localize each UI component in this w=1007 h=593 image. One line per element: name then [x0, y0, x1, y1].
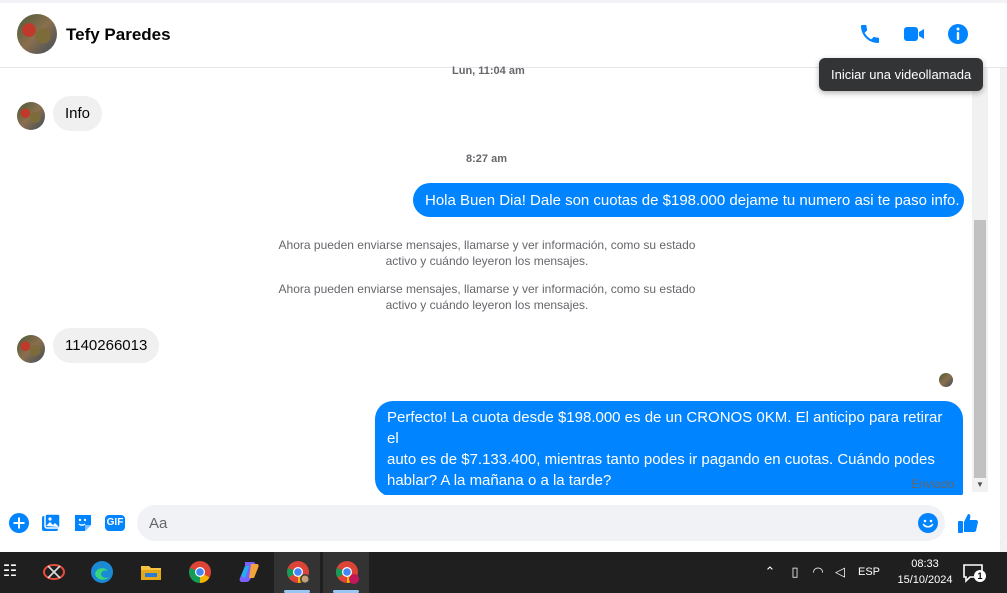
- taskbar-app-copilot[interactable]: [225, 552, 271, 593]
- copilot-icon: [239, 562, 259, 582]
- chevron-up-icon[interactable]: ⌃: [762, 564, 778, 580]
- message-thread[interactable]: Lun, 11:04 am Info 8:27 am Hola Buen Dia…: [0, 65, 972, 497]
- read-receipt-avatar: [939, 373, 953, 387]
- windows-taskbar: ☷ ⌃ ▯ ◠ ◁ ESP 08:33 15/10/2024 1: [0, 552, 1007, 593]
- language-indicator[interactable]: ESP: [858, 566, 880, 578]
- chrome-icon: [189, 561, 211, 583]
- edge-icon: [91, 561, 113, 583]
- outgoing-message[interactable]: Perfecto! La cuota desde $198.000 es de …: [375, 401, 963, 497]
- plus-icon[interactable]: [8, 512, 30, 534]
- chrome-profile-icon: [287, 561, 310, 584]
- sent-status: Enviado: [911, 477, 955, 491]
- usb-device-icon[interactable]: ▯: [787, 564, 803, 580]
- video-call-icon[interactable]: [902, 22, 926, 46]
- taskbar-app-chrome-profile-2[interactable]: [323, 552, 369, 593]
- message-composer: GIF: [0, 495, 1000, 552]
- outer-scrollbar[interactable]: [1000, 68, 1007, 552]
- system-message: Ahora pueden enviarse mensajes, llamarse…: [278, 238, 696, 268]
- top-divider: [0, 0, 1007, 3]
- system-clock[interactable]: 08:33 15/10/2024: [885, 556, 965, 588]
- outgoing-message[interactable]: Hola Buen Dia! Dale son cuotas de $198.0…: [413, 183, 964, 217]
- sticker-icon[interactable]: [72, 512, 94, 534]
- snipping-tool-icon: [43, 564, 65, 580]
- scrollbar-thumb[interactable]: [974, 220, 986, 478]
- info-icon[interactable]: [946, 22, 970, 46]
- contact-avatar[interactable]: [17, 14, 57, 54]
- taskbar-app-explorer[interactable]: [127, 552, 173, 593]
- taskbar-app-edge[interactable]: [78, 552, 124, 593]
- message-input[interactable]: [137, 505, 945, 541]
- sender-avatar[interactable]: [17, 335, 45, 363]
- file-explorer-icon: [141, 566, 161, 580]
- incoming-message[interactable]: Info: [53, 96, 103, 131]
- gif-icon[interactable]: GIF: [104, 512, 126, 534]
- wifi-icon[interactable]: ◠: [810, 564, 826, 580]
- incoming-message[interactable]: 1140266013: [53, 328, 160, 363]
- emoji-icon[interactable]: [917, 512, 939, 534]
- sender-avatar[interactable]: [17, 102, 45, 130]
- notification-icon[interactable]: 1: [962, 562, 986, 584]
- timestamp: Lun, 11:04 am: [452, 65, 525, 77]
- chrome-profile-icon: [336, 561, 359, 584]
- video-call-tooltip: Iniciar una videollamada: [819, 58, 984, 91]
- task-view-button[interactable]: ☷: [0, 552, 32, 593]
- contact-name[interactable]: Tefy Paredes: [66, 25, 171, 45]
- system-message: Ahora pueden enviarse mensajes, llamarse…: [278, 282, 696, 312]
- scroll-down-arrow[interactable]: ▼: [972, 478, 988, 492]
- speaker-muted-icon[interactable]: ◁: [832, 564, 848, 580]
- thumbs-up-icon[interactable]: [956, 511, 980, 535]
- photo-icon[interactable]: [40, 512, 62, 534]
- taskbar-app-chrome[interactable]: [176, 552, 222, 593]
- taskbar-app-chrome-profile-1[interactable]: [274, 552, 320, 593]
- taskbar-app-snipping[interactable]: [30, 552, 76, 593]
- notification-badge: 1: [974, 570, 986, 582]
- phone-call-icon[interactable]: [858, 22, 882, 46]
- timestamp: 8:27 am: [466, 153, 507, 165]
- task-view-icon: ☷: [2, 563, 18, 580]
